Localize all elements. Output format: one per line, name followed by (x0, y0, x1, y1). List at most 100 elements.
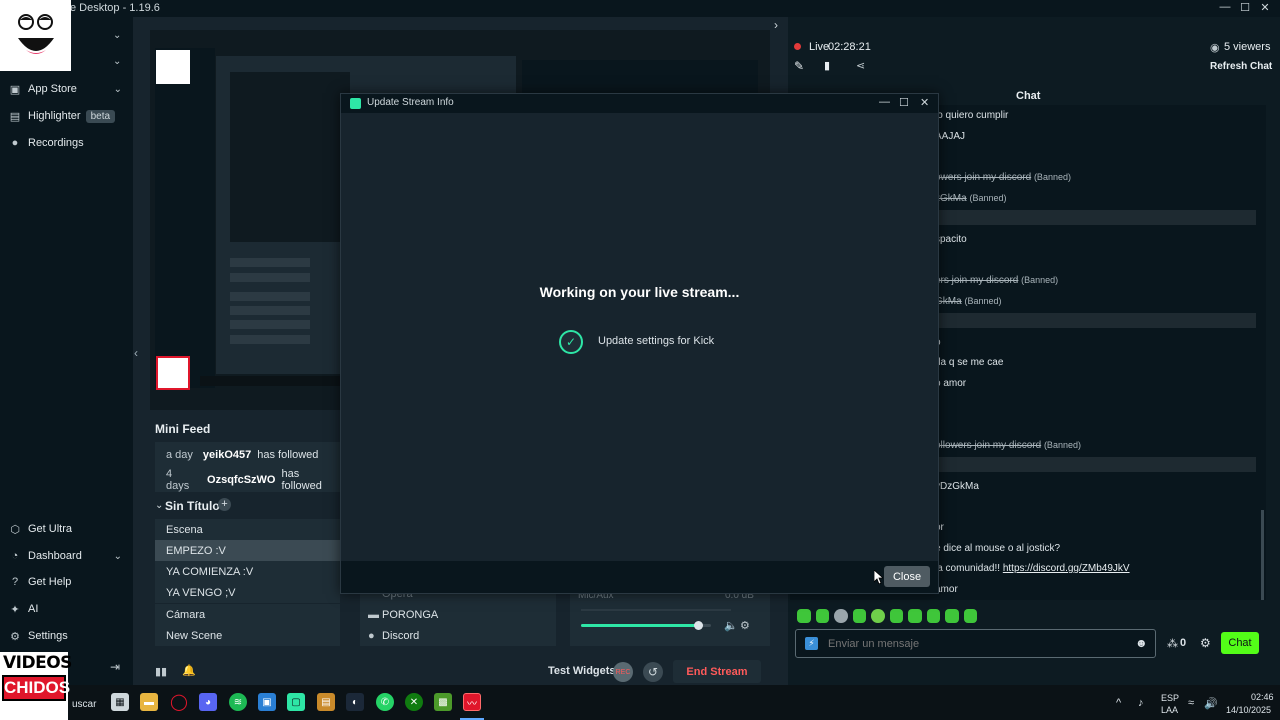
chat-input-box[interactable]: ⚡ ☻ (795, 629, 1156, 658)
emote-icon[interactable] (889, 609, 903, 623)
spotify-icon[interactable]: ≋ (229, 693, 247, 711)
volume-icon[interactable]: 🔊 (1204, 697, 1218, 710)
chat-separator (935, 457, 1256, 472)
chat-input[interactable] (828, 635, 1128, 653)
help-icon: ? (11, 576, 19, 588)
chevron-down-icon[interactable]: ⌄ (155, 500, 163, 511)
emote-icon[interactable] (852, 609, 866, 623)
streamlabs-icon[interactable]: ▢ (287, 693, 305, 711)
nav-app-store[interactable]: ▣ App Store ⌄ (0, 77, 133, 101)
banned-tag: (Banned) (964, 296, 1002, 306)
source-label: PORONGA (382, 608, 439, 621)
chevron-right-icon[interactable]: › (774, 18, 778, 32)
scene-item[interactable]: New Scene (155, 625, 340, 646)
file-icon[interactable]: ▤ (317, 693, 335, 711)
emoji-icon[interactable]: ☻ (1135, 636, 1148, 650)
task-view-icon[interactable]: ▦ (111, 693, 129, 711)
emote-icon[interactable] (815, 609, 829, 623)
taskbar-search[interactable]: uscar (72, 699, 96, 710)
feed-row[interactable]: 4 days OzsqfcSzWO has followed (155, 467, 340, 492)
banned-tag: (Banned) (1021, 275, 1059, 285)
film-icon: ▤ (9, 110, 21, 123)
bell-icon[interactable]: 🔔 (182, 664, 196, 677)
chevron-down-icon[interactable]: ⌄ (113, 56, 121, 67)
add-scene-icon[interactable]: + (218, 498, 231, 511)
emote-icon[interactable] (945, 609, 959, 623)
minecraft-icon[interactable]: ▩ (434, 693, 452, 711)
chat-separator (935, 210, 1256, 225)
volume-slider-handle[interactable] (694, 621, 703, 630)
dashboard-icon: ◔ (11, 550, 19, 562)
scene-item[interactable]: Escena (155, 519, 340, 540)
maximize-icon[interactable]: ☐ (1235, 1, 1255, 15)
close-button[interactable]: Close (884, 566, 930, 587)
collapse-nav-icon[interactable]: ⇥ (110, 660, 120, 674)
speaker-icon[interactable]: 🔈 (724, 619, 738, 632)
source-item[interactable]: ● Discord (360, 625, 556, 646)
chevron-down-icon[interactable]: ⌄ (113, 30, 121, 41)
language-line-1[interactable]: ESP (1161, 693, 1179, 703)
xbox-icon[interactable]: ✕ (405, 693, 423, 711)
end-stream-button[interactable]: End Stream (673, 660, 761, 683)
emote-icon[interactable] (797, 609, 811, 623)
camera-icon[interactable]: ▮ (824, 59, 830, 72)
scene-item[interactable]: YA VENGO ;V (155, 582, 340, 603)
scene-item[interactable]: YA COMIENZA :V (155, 561, 340, 582)
chevron-left-icon[interactable]: ‹ (134, 346, 138, 360)
microphone-icon[interactable]: ♪ (1138, 697, 1144, 709)
clock-date[interactable]: 14/10/2025 (1226, 705, 1271, 715)
send-chat-button[interactable]: Chat (1221, 632, 1259, 654)
emote-icon[interactable] (926, 609, 940, 623)
language-line-2[interactable]: LAA (1161, 705, 1178, 715)
nav-ai[interactable]: ✦ AI (0, 597, 133, 621)
opera-icon[interactable]: ◯ (170, 693, 188, 711)
close-icon[interactable]: ✕ (920, 96, 929, 109)
viewer-count: 5 viewers (1224, 41, 1271, 53)
minimize-icon[interactable]: — (879, 96, 890, 108)
avatar[interactable] (0, 0, 71, 71)
emote-icon[interactable] (908, 609, 922, 623)
feed-row[interactable]: a day yeikO457 has followed (155, 442, 340, 467)
scene-item-selected[interactable]: EMPEZO :V (155, 540, 340, 561)
nav-settings[interactable]: ⚙ Settings (0, 624, 133, 648)
nav-dashboard[interactable]: ◔ Dashboard ⌄ (0, 544, 133, 568)
chat-message: o amor (935, 378, 967, 389)
gear-icon[interactable]: ⚙ (740, 619, 750, 632)
gear-icon[interactable]: ⚙ (1200, 636, 1211, 650)
discord-icon[interactable]: ◕ (199, 693, 217, 711)
scene-item[interactable]: Cámara (155, 604, 340, 625)
share-icon[interactable]: ⋖ (856, 59, 865, 72)
stats-icon[interactable]: ▮▮ (155, 665, 167, 678)
nav-recordings[interactable]: ● Recordings (0, 131, 133, 155)
chat-scrollbar[interactable] (1261, 510, 1264, 600)
refresh-chat-button[interactable]: Refresh Chat (1210, 61, 1272, 72)
chat-title: Chat (1016, 90, 1041, 102)
scene-collection-title[interactable]: Sin Título (165, 499, 220, 513)
replay-icon[interactable]: ↺ (643, 662, 663, 682)
minimize-icon[interactable]: — (1215, 1, 1235, 15)
steam-icon[interactable]: ◐ (346, 693, 364, 711)
emote-icon[interactable] (963, 609, 977, 623)
test-widgets-button[interactable]: Test Widgets (548, 665, 616, 677)
source-item[interactable]: ▬ PORONGA (360, 604, 556, 625)
nav-get-ultra[interactable]: ⬡ Get Ultra (0, 517, 133, 541)
volume-slider-track[interactable] (581, 624, 711, 627)
photos-icon[interactable]: ▣ (258, 693, 276, 711)
screen-recorder-icon[interactable]: 〰 (463, 693, 481, 711)
file-explorer-icon[interactable]: ▬ (140, 693, 158, 711)
emote-icon[interactable] (871, 609, 885, 623)
rec-button[interactable]: REC (613, 662, 633, 682)
emote-icon[interactable] (834, 609, 848, 623)
close-window-icon[interactable]: ✕ (1255, 1, 1275, 15)
edit-icon[interactable]: ✎ (794, 59, 804, 73)
nav-highlighter[interactable]: ▤ Highlighter beta (0, 104, 133, 128)
whatsapp-icon[interactable]: ✆ (376, 693, 394, 711)
clock-time[interactable]: 02:46 (1251, 692, 1274, 702)
chat-message: ers join my discord (Banned) (935, 275, 1058, 286)
wifi-icon[interactable]: ≈ (1188, 697, 1194, 709)
points-icon[interactable]: ⁂ (1167, 637, 1178, 650)
maximize-icon[interactable]: ☐ (899, 96, 909, 109)
tray-chevron-icon[interactable]: ^ (1116, 697, 1121, 709)
chat-link[interactable]: https://discord.gg/ZMb49JkV (1003, 563, 1130, 574)
nav-get-help[interactable]: ? Get Help (0, 570, 133, 594)
